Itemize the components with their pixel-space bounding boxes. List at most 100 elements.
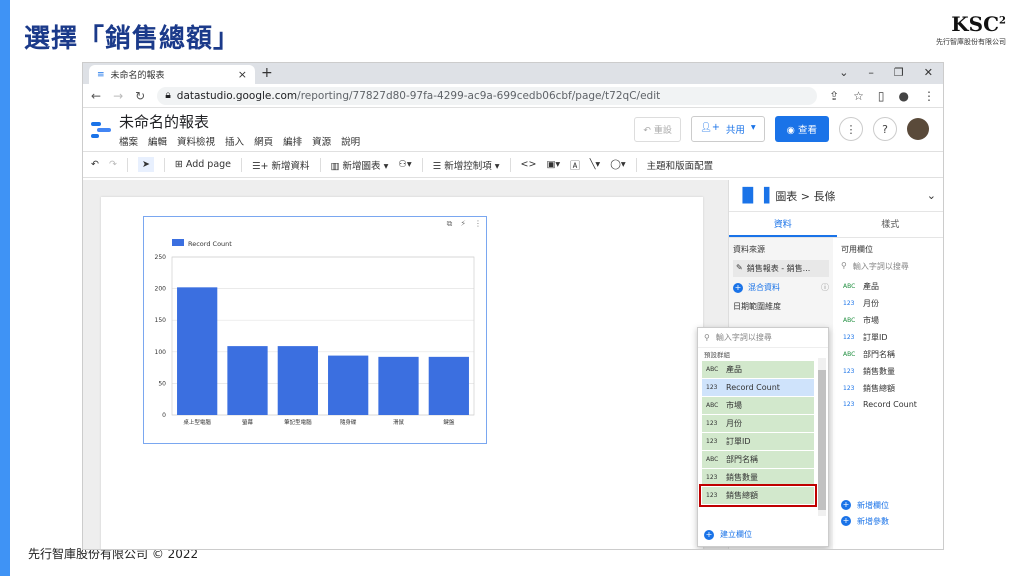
field-picker-search[interactable]: ⚲ 輸入字詞以搜尋	[698, 328, 828, 348]
text-icon[interactable]: 🄰︎	[570, 158, 580, 172]
tab-search-icon[interactable]: ⌄	[839, 66, 848, 79]
field-option[interactable]: 123 月份	[702, 415, 814, 432]
community-viz-icon[interactable]: ⚇▾	[398, 159, 411, 170]
datastudio-logo-icon	[91, 121, 111, 138]
field-option-label: 產品	[726, 365, 742, 374]
tab-close-icon[interactable]: ×	[238, 68, 247, 81]
browser-menu-icon[interactable]: ⋮	[923, 89, 935, 103]
help-icon[interactable]: ?	[873, 117, 897, 141]
browser-tab[interactable]: ≡ 未命名的報表 ×	[89, 65, 255, 84]
sidebar-icon[interactable]: ▯	[878, 89, 885, 103]
chart-export-icon[interactable]: ⧉	[447, 219, 453, 229]
redo-icon[interactable]: ↷	[109, 159, 117, 170]
undo-icon[interactable]: ↶	[91, 159, 99, 170]
data-source-selector[interactable]: ✎ 銷售報表 - 銷售...	[733, 260, 829, 277]
menu-resource[interactable]: 資源	[312, 134, 331, 148]
tab-data[interactable]: 資料	[729, 212, 837, 237]
theme-layout-button[interactable]: 主題和版面配置	[647, 158, 714, 172]
more-options-icon[interactable]: ⋮	[839, 117, 863, 141]
collapse-panel-icon[interactable]: ⌄	[927, 189, 936, 202]
field-option[interactable]: ABC 部門名稱	[702, 451, 814, 468]
close-window-icon[interactable]: ✕	[924, 66, 933, 79]
field-type-icon: 123	[843, 334, 855, 341]
chart-menu-icon[interactable]: ⋮	[474, 219, 482, 229]
field-option[interactable]: 123 訂單ID	[702, 433, 814, 450]
available-field[interactable]: ABC 部門名稱	[841, 346, 941, 363]
image-icon[interactable]: ▣▾	[546, 159, 560, 170]
menu-page[interactable]: 網頁	[254, 134, 273, 148]
menu-edit[interactable]: 編輯	[148, 134, 167, 148]
field-search-placeholder: 輸入字詞以搜尋	[852, 262, 909, 271]
create-field-label: 建立欄位	[720, 530, 752, 539]
reset-button[interactable]: ↶ 重設	[634, 116, 681, 142]
search-icon: ⚲	[841, 261, 847, 270]
available-field[interactable]: 123 銷售總額	[841, 380, 941, 397]
slide-title: 選擇「銷售總額」	[24, 24, 241, 54]
url-path: /reporting/77827d80-97fa-4299-ac9a-699ce…	[297, 89, 661, 102]
field-option[interactable]: 123 Record Count	[702, 379, 814, 396]
legend-swatch	[172, 239, 184, 246]
field-name: 銷售總額	[863, 384, 895, 393]
add-control-button[interactable]: ☰ 新增控制項 ▾	[433, 158, 500, 172]
bookmark-star-icon[interactable]: ☆	[853, 89, 864, 103]
available-field[interactable]: 123 訂單ID	[841, 329, 941, 346]
edit-pencil-icon[interactable]: ✎	[736, 263, 743, 274]
bar	[428, 356, 469, 415]
field-option-selected[interactable]: 123 銷售總額	[699, 484, 817, 507]
add-chart-button[interactable]: ▥ 新增圖表 ▾	[331, 158, 389, 172]
url-field[interactable]: 🔒︎ datastudio.google.com/reporting/77827…	[157, 86, 818, 105]
new-tab-button[interactable]: +	[261, 65, 273, 81]
add-page-label: Add page	[185, 159, 232, 170]
dropdown-scrollbar[interactable]	[818, 358, 826, 516]
panel-header: ▐▌▐ 圖表 > 長條 ⌄	[729, 180, 943, 212]
shape-icon[interactable]: ◯▾	[610, 159, 625, 170]
forward-icon[interactable]: →	[113, 89, 123, 103]
add-field-button[interactable]: + 新增欄位	[841, 500, 889, 511]
create-field-button[interactable]: + 建立欄位	[704, 529, 752, 540]
embed-code-icon[interactable]: <>	[521, 159, 537, 170]
scrollbar-thumb[interactable]	[818, 370, 826, 510]
available-field[interactable]: ABC 市場	[841, 312, 941, 329]
menu-view[interactable]: 資料檢視	[177, 134, 215, 148]
field-option[interactable]: 123 銷售數量	[702, 469, 814, 486]
search-icon: ⚲	[704, 333, 710, 342]
line-icon[interactable]: ╲▾	[590, 159, 601, 170]
chart-toolbar: ⧉ ⚡︎ ⋮	[447, 219, 482, 229]
add-page-button[interactable]: ⊞ Add page	[175, 159, 231, 170]
reload-icon[interactable]: ↻	[135, 89, 145, 103]
reset-label: 重設	[653, 125, 672, 136]
report-page[interactable]: ⧉ ⚡︎ ⋮ Record Count 0 50 100 150 200 250 桌上型電腦 螢…	[101, 197, 703, 549]
share-button[interactable]: 👤︎+ 共用 ▾	[690, 116, 765, 142]
chart-optimize-icon[interactable]: ⚡︎	[460, 219, 466, 229]
add-data-button[interactable]: ☰+ 新增資料	[252, 158, 310, 172]
panel-tabs: 資料 樣式	[729, 212, 944, 238]
tab-bar: ≡ 未命名的報表 × + ⌄ – ❐ ✕	[83, 63, 943, 84]
menu-insert[interactable]: 插入	[225, 134, 244, 148]
available-field[interactable]: 123 銷售數量	[841, 363, 941, 380]
restore-icon[interactable]: ❐	[894, 66, 904, 79]
view-button[interactable]: ◉ 查看	[774, 116, 829, 142]
user-avatar[interactable]	[907, 118, 929, 140]
report-title[interactable]: 未命名的報表	[119, 111, 360, 132]
blend-data-button[interactable]: + 混合資料 ⓘ	[733, 282, 829, 293]
menu-help[interactable]: 說明	[341, 134, 360, 148]
back-icon[interactable]: ←	[91, 89, 101, 103]
menu-file[interactable]: 檔案	[119, 134, 138, 148]
toolbar-divider	[509, 157, 511, 172]
share-dropdown-icon[interactable]: ▾	[751, 122, 756, 136]
bar-chart[interactable]: ⧉ ⚡︎ ⋮ Record Count 0 50 100 150 200 250 桌上型電腦 螢…	[143, 216, 487, 444]
menu-arrange[interactable]: 編排	[283, 134, 302, 148]
select-cursor-icon[interactable]: ➤	[137, 157, 154, 172]
field-option[interactable]: ABC 產品	[702, 361, 814, 378]
profile-avatar[interactable]: ●	[899, 89, 909, 103]
share-page-icon[interactable]: ⇪	[829, 89, 839, 103]
add-parameter-button[interactable]: + 新增參數	[841, 516, 889, 527]
available-field[interactable]: ABC 產品	[841, 278, 941, 295]
field-search[interactable]: ⚲ 輸入字詞以搜尋	[841, 261, 941, 272]
tab-style[interactable]: 樣式	[837, 212, 944, 237]
available-field[interactable]: 123 Record Count	[841, 397, 941, 412]
available-field[interactable]: 123 月份	[841, 295, 941, 312]
minimize-icon[interactable]: –	[868, 66, 874, 79]
chart-breadcrumb: 圖表 > 長條	[775, 189, 836, 203]
field-option[interactable]: ABC 市場	[702, 397, 814, 414]
